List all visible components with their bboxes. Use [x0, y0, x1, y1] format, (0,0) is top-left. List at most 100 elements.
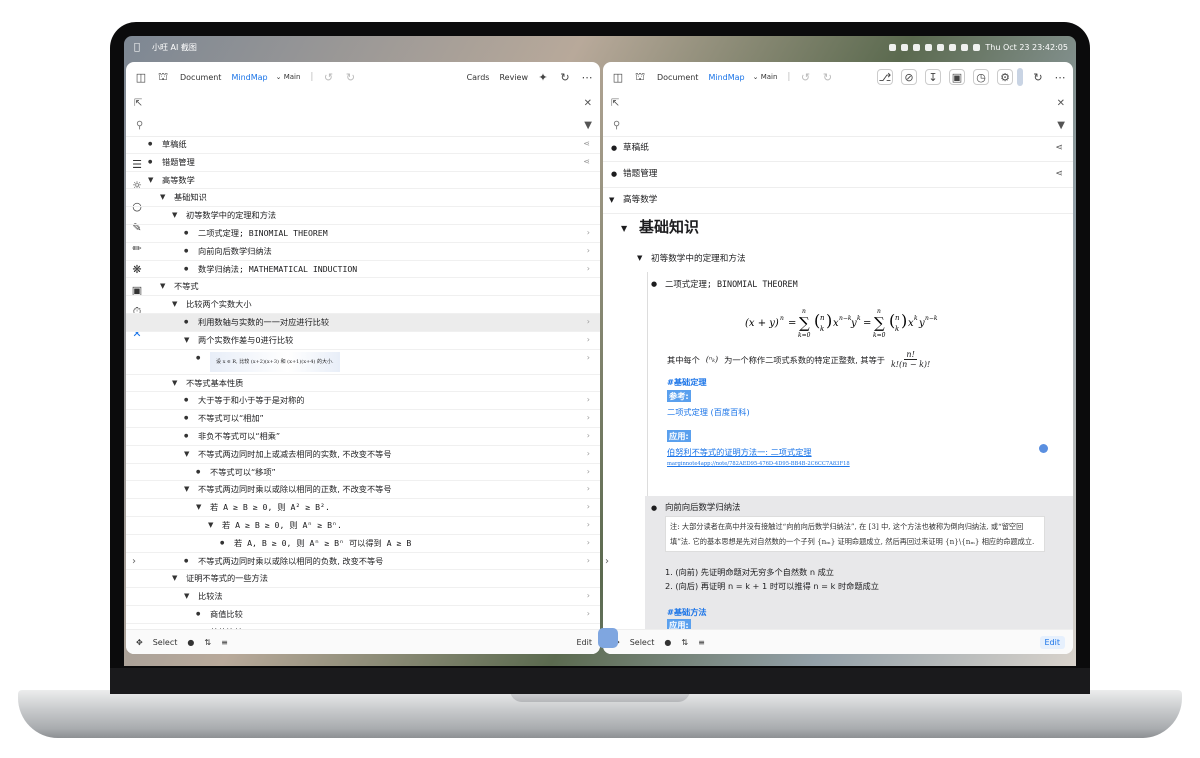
chevron-right-icon[interactable]: ›: [587, 553, 590, 570]
chevron-right-icon[interactable]: ›: [587, 517, 590, 534]
chevron-right-icon[interactable]: ›: [587, 446, 590, 463]
chevron-right-icon[interactable]: ›: [587, 428, 590, 445]
sort-icon[interactable]: ⇅: [204, 638, 211, 647]
scroll-handle[interactable]: [1017, 68, 1023, 86]
select-button[interactable]: Select: [630, 638, 655, 647]
tree-row[interactable]: ▼ 高等数学: [126, 172, 600, 190]
tree-row[interactable]: ▼ 不等式基本性质: [126, 375, 600, 393]
edit-button[interactable]: Edit: [1039, 635, 1065, 649]
chevron-right-icon[interactable]: ›: [587, 261, 590, 278]
chevron-right-icon[interactable]: ›: [587, 243, 590, 260]
toggle-icon[interactable]: ▼: [196, 499, 201, 516]
lock-icon[interactable]: ●: [664, 638, 671, 647]
search-icon[interactable]: ⚲: [136, 120, 143, 131]
status-icon[interactable]: [901, 43, 909, 51]
tree-row[interactable]: ▼ 不等式两边同时乘以或除以相同的正数, 不改变不等号 ›: [126, 481, 600, 500]
ref-link[interactable]: 二项式定理 (百度百科): [667, 406, 750, 418]
notebook-selector[interactable]: ⌄ Main: [276, 73, 301, 81]
close-icon[interactable]: ✕: [1057, 98, 1065, 109]
sidebar-toggle-icon[interactable]: ◫: [611, 70, 625, 84]
tree-row[interactable]: ▼ 若 A ≥ B ≥ 0, 则 Aⁿ ≥ Bⁿ. ›: [126, 517, 600, 535]
library-icon[interactable]: ⛫: [156, 70, 170, 84]
redo-icon[interactable]: ↻: [820, 70, 834, 84]
tab-mindmap[interactable]: MindMap: [708, 73, 744, 82]
align-icon[interactable]: ≡: [221, 638, 228, 647]
review-button[interactable]: Review: [499, 73, 528, 82]
toggle-icon[interactable]: ▼: [160, 278, 165, 295]
chevron-right-icon[interactable]: ›: [587, 464, 590, 481]
collapse-icon[interactable]: ⇱: [134, 98, 142, 109]
tree-row[interactable]: ● 草稿纸 ⋖: [126, 136, 600, 154]
wifi-icon[interactable]: [961, 43, 969, 51]
tree-row[interactable]: ▼ 两个实数作差与0进行比较 ›: [126, 332, 600, 350]
tree-icon[interactable]: ⎇: [877, 69, 893, 85]
undo-icon[interactable]: ↺: [321, 70, 335, 84]
toggle-icon[interactable]: ▼: [208, 517, 213, 534]
lock-icon[interactable]: ●: [187, 638, 194, 647]
sync-icon[interactable]: ↻: [558, 70, 572, 84]
share-icon[interactable]: ⋖: [1055, 162, 1063, 187]
tree-row[interactable]: ▼ 不等式两边同时加上或减去相同的实数, 不改变不等号 ›: [126, 446, 600, 464]
toggle-icon[interactable]: ▼: [172, 207, 177, 224]
image-icon[interactable]: ▣: [949, 69, 965, 85]
toggle-icon[interactable]: ▼: [172, 570, 177, 587]
move-icon[interactable]: ✥: [136, 638, 143, 647]
tree-row[interactable]: ▼ 基础知识: [126, 189, 600, 208]
list-item[interactable]: ● 草稿纸 ⋖: [603, 136, 1073, 162]
toggle-icon[interactable]: ▼: [184, 588, 189, 605]
filter-icon[interactable]: ▼: [1057, 120, 1065, 131]
redo-icon[interactable]: ↻: [343, 70, 357, 84]
close-icon[interactable]: ✕: [584, 98, 592, 109]
chevron-right-icon[interactable]: ›: [587, 535, 590, 552]
tab-document[interactable]: Document: [180, 73, 221, 82]
search-icon[interactable]: [973, 43, 981, 51]
collapse-icon[interactable]: ⇱: [611, 98, 619, 109]
chevron-right-icon[interactable]: ›: [587, 332, 590, 349]
chevron-right-icon[interactable]: ›: [587, 606, 590, 623]
clock[interactable]: Thu Oct 23 23:42:05: [985, 43, 1068, 52]
app-link[interactable]: 伯努利不等式的证明方法一: 二项式定理: [667, 446, 812, 458]
list-item[interactable]: ● 错题管理 ⋖: [603, 162, 1073, 188]
search-icon[interactable]: ⚲: [613, 120, 620, 131]
download-icon[interactable]: ↧: [925, 69, 941, 85]
tree-row[interactable]: ● 利用数轴与实数的一一对应进行比较 ›: [126, 313, 600, 332]
hide-icon[interactable]: ⊘: [901, 69, 917, 85]
tree-row[interactable]: ● 向前向后数学归纳法 ›: [126, 243, 600, 261]
library-icon[interactable]: ⛫: [633, 70, 647, 84]
status-icon[interactable]: [889, 43, 897, 51]
cards-button[interactable]: Cards: [467, 73, 490, 82]
filter-icon[interactable]: ▼: [584, 120, 592, 131]
clock-icon[interactable]: ◷: [973, 69, 989, 85]
toggle-icon[interactable]: ▼: [184, 481, 189, 498]
chevron-right-icon[interactable]: ›: [587, 499, 590, 516]
sort-icon[interactable]: ⇅: [681, 638, 688, 647]
align-icon[interactable]: ≡: [698, 638, 705, 647]
tree-row[interactable]: ▼ 若 A ≥ B ≥ 0, 则 A² ≥ B². ›: [126, 499, 600, 517]
toggle-icon[interactable]: ▼: [148, 172, 153, 189]
split-handle[interactable]: [598, 628, 618, 648]
chevron-right-icon[interactable]: ›: [587, 481, 590, 498]
toggle-icon[interactable]: ▼: [160, 189, 165, 206]
chevron-right-icon[interactable]: ›: [587, 350, 590, 367]
status-icon[interactable]: [925, 43, 933, 51]
sync-icon[interactable]: ↻: [1031, 70, 1045, 84]
status-icon[interactable]: [937, 43, 945, 51]
tag-basic-method[interactable]: #基础方法: [667, 606, 707, 618]
tree-row[interactable]: ● 不等式可以“移项” ›: [126, 464, 600, 482]
tree-row[interactable]: ▼ 不等式: [126, 278, 600, 297]
tree-row[interactable]: ▼ 比较法 ›: [126, 588, 600, 606]
status-icon[interactable]: [949, 43, 957, 51]
chevron-right-icon[interactable]: ›: [587, 392, 590, 409]
expand-panel-icon[interactable]: ›: [132, 556, 136, 567]
chevron-right-icon[interactable]: ›: [587, 314, 590, 331]
toggle-icon[interactable]: ▼: [184, 446, 189, 463]
tree-row[interactable]: ▼ 比较两个实数大小: [126, 296, 600, 314]
share-icon[interactable]: ⋖: [583, 136, 590, 153]
settings-icon[interactable]: ⚙: [997, 69, 1013, 85]
tree-row[interactable]: ▼ 初等数学中的定理和方法: [126, 207, 600, 225]
sparkle-icon[interactable]: ✦: [536, 70, 550, 84]
tree-row[interactable]: ● 不等式两边同时乘以或除以相同的负数, 改变不等号 ›: [126, 553, 600, 571]
chevron-right-icon[interactable]: ›: [587, 588, 590, 605]
toggle-icon[interactable]: ▼: [172, 296, 177, 313]
tag-basic-theorem[interactable]: #基础定理: [667, 376, 707, 388]
